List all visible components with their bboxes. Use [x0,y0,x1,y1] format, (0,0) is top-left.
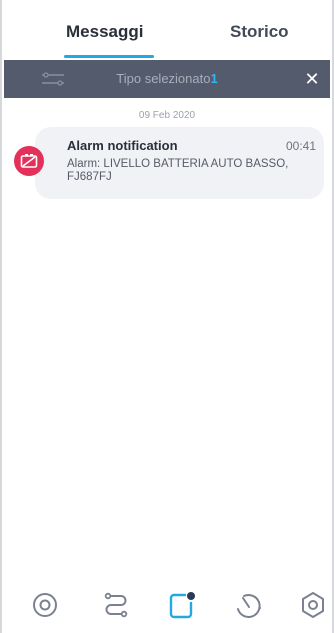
speedometer-icon[interactable] [232,587,266,623]
tab-storico[interactable]: Storico [230,22,289,42]
notification-time: 00:41 [285,139,316,153]
notification-card[interactable]: Alarm notification 00:41 Alarm: LIVELLO … [35,127,324,199]
notification-title: Alarm notification [67,138,178,153]
date-separator: 09 Feb 2020 [138,110,196,121]
active-tab-indicator [64,55,154,58]
filter-label: Tipo selezionato1 [4,71,330,86]
bottom-navigation [4,581,330,633]
close-icon[interactable]: ✕ [302,69,322,89]
route-icon[interactable] [99,587,133,623]
tab-messaggi[interactable]: Messaggi [66,22,143,42]
target-icon[interactable] [28,587,62,623]
filter-bar: Tipo selezionato1 ✕ [4,60,330,98]
filter-label-text: Tipo selezionato [116,71,211,86]
app-frame: Messaggi Storico Tipo selezionato1 ✕ 09 … [0,0,334,633]
notification-body: Alarm: LIVELLO BATTERIA AUTO BASSO, FJ68… [67,158,289,183]
tab-bar: Messaggi Storico [4,0,330,60]
settings-hex-icon[interactable] [296,587,330,623]
battery-low-icon [14,146,44,176]
filter-count: 1 [210,71,218,86]
messages-icon[interactable] [165,587,199,623]
